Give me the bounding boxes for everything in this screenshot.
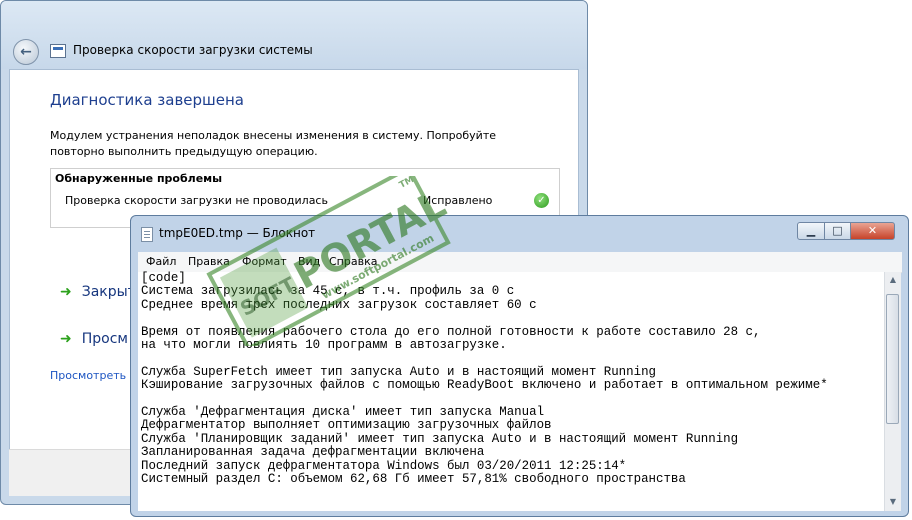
troubleshooter-app-icon — [50, 44, 66, 58]
problem-status: Исправлено — [423, 194, 493, 207]
problems-title: Обнаруженные проблемы — [55, 172, 223, 185]
problem-item-label: Проверка скорости загрузки не проводилас… — [65, 194, 328, 207]
scroll-up-icon[interactable]: ▲ — [885, 272, 901, 288]
minimize-button[interactable]: ▁ — [797, 222, 825, 240]
troubleshooter-header — [1, 1, 587, 69]
view-options-label: Просм — [81, 331, 128, 347]
menu-bar: Файл Правка Формат Вид Справка — [138, 252, 902, 273]
menu-edit[interactable]: Правка — [188, 255, 230, 268]
close-troubleshooter-link[interactable]: ➜ Закрыт — [60, 284, 136, 300]
editor-content[interactable]: [code] Система загрузилась за 45 с, в т.… — [138, 271, 884, 487]
text-editor[interactable]: [code] Система загрузилась за 45 с, в т.… — [138, 271, 884, 511]
notepad-icon — [141, 227, 153, 242]
checkmark-icon: ✓ — [534, 193, 549, 208]
green-arrow-icon: ➜ — [60, 284, 72, 300]
description-text: Модулем устранения неполадок внесены изм… — [50, 129, 496, 158]
vertical-scrollbar[interactable]: ▲ ▼ — [884, 272, 901, 511]
notepad-window: tmpE0ED.tmp — Блокнот ▁ □ ✕ Файл Правка … — [130, 215, 909, 517]
maximize-button[interactable]: □ — [824, 222, 851, 240]
close-button[interactable]: ✕ — [850, 222, 895, 240]
page-title: Диагностика завершена — [50, 91, 244, 109]
scroll-thumb[interactable] — [886, 294, 899, 424]
back-arrow-icon[interactable]: ← — [13, 39, 39, 65]
menu-view[interactable]: Вид — [298, 255, 320, 268]
close-troubleshooter-label: Закрыт — [81, 284, 136, 300]
scroll-down-icon[interactable]: ▼ — [885, 494, 901, 510]
menu-file[interactable]: Файл — [146, 255, 176, 268]
view-options-link[interactable]: ➜ Просм — [60, 331, 128, 347]
troubleshooter-title: Проверка скорости загрузки системы — [73, 43, 313, 57]
view-details-link[interactable]: Просмотреть д — [50, 369, 137, 382]
menu-help[interactable]: Справка — [329, 255, 377, 268]
notepad-title: tmpE0ED.tmp — Блокнот — [159, 226, 316, 240]
green-arrow-icon: ➜ — [60, 331, 72, 347]
menu-format[interactable]: Формат — [242, 255, 287, 268]
